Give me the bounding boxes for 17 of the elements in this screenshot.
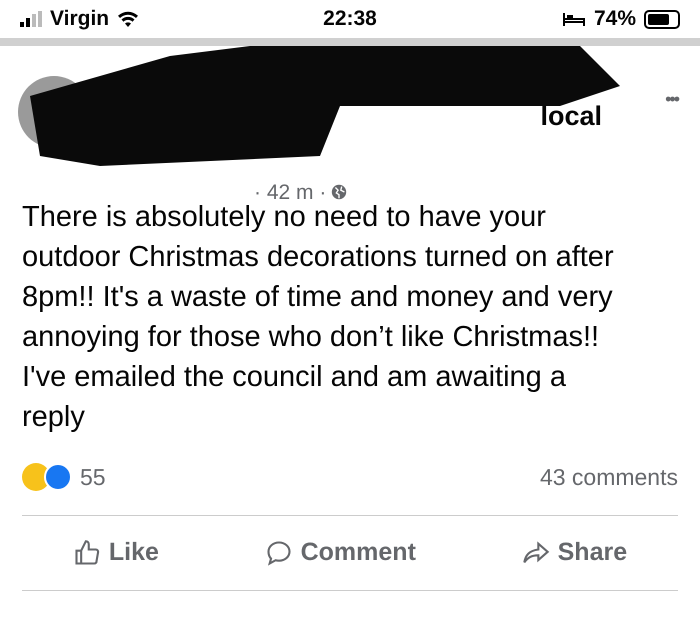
- more-button[interactable]: •••: [665, 86, 678, 113]
- speech-bubble-icon: [264, 539, 293, 567]
- thumbs-up-icon: [72, 539, 101, 567]
- signal-icon: [20, 11, 42, 27]
- comment-count[interactable]: 43 comments: [540, 460, 678, 494]
- post-action-button[interactable]: Like: [72, 534, 159, 572]
- carrier-name: Virgin: [50, 6, 110, 32]
- clock-time: 22:38: [323, 6, 377, 32]
- author-name: local: [540, 100, 602, 133]
- reaction-count: 55: [80, 462, 106, 492]
- battery-percent: 74%: [594, 6, 636, 32]
- post-action-button[interactable]: Comment: [264, 534, 416, 572]
- battery-icon: [644, 10, 680, 28]
- post-action-button[interactable]: Share: [522, 534, 628, 572]
- globe-icon: [330, 183, 348, 202]
- bed-icon: [562, 11, 586, 27]
- wifi-icon: [117, 11, 140, 27]
